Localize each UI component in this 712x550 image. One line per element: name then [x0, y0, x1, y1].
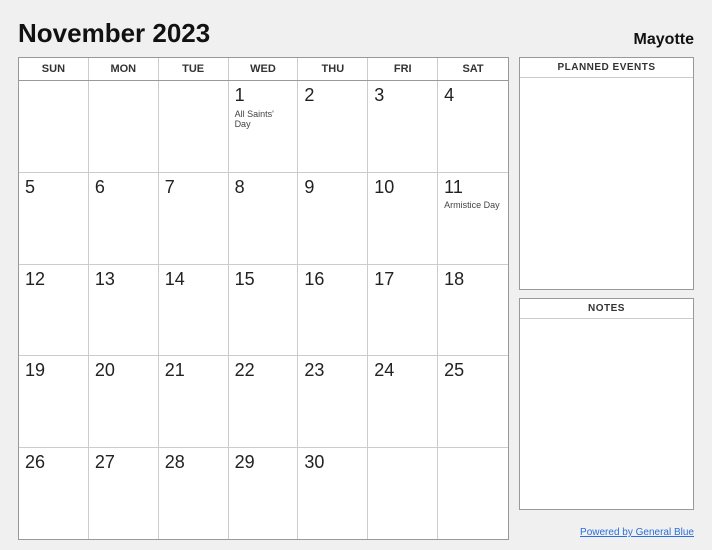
cell-4-5	[368, 448, 438, 539]
cell-0-1	[89, 81, 159, 172]
cell-1-1: 6	[89, 173, 159, 264]
cell-2-4: 16	[298, 265, 368, 356]
cell-0-3: 1All Saints' Day	[229, 81, 299, 172]
week-row-5: 26 27 28 29 30	[19, 448, 508, 539]
cell-day-number: 26	[25, 452, 45, 474]
cell-2-1: 13	[89, 265, 159, 356]
cell-2-6: 18	[438, 265, 508, 356]
sidebar: PLANNED EVENTS NOTES Powered by General …	[519, 57, 694, 540]
calendar-title: November 2023	[18, 18, 210, 49]
cell-2-0: 12	[19, 265, 89, 356]
cell-day-number: 4	[444, 85, 454, 107]
cell-day-number: 21	[165, 360, 185, 382]
cell-day-number: 25	[444, 360, 464, 382]
cell-1-5: 10	[368, 173, 438, 264]
cell-day-number: 19	[25, 360, 45, 382]
cell-3-5: 24	[368, 356, 438, 447]
week-row-3: 12 13 14 15 16 17 18	[19, 265, 508, 357]
cell-day-number: 17	[374, 269, 394, 291]
cell-3-4: 23	[298, 356, 368, 447]
cell-day-number: 12	[25, 269, 45, 291]
cell-day-number: 5	[25, 177, 35, 199]
cell-event-label: All Saints' Day	[235, 109, 292, 131]
cell-day-number: 9	[304, 177, 314, 199]
week-row-2: 5 6 7 8 9 10 11Armistice Day	[19, 173, 508, 265]
cell-1-0: 5	[19, 173, 89, 264]
cell-0-6: 4	[438, 81, 508, 172]
calendar-grid: 1All Saints' Day234567891011Armistice Da…	[19, 81, 508, 539]
cell-day-number: 6	[95, 177, 105, 199]
cell-1-2: 7	[159, 173, 229, 264]
main-area: SUN MON TUE WED THU FRI SAT 1All Saints'…	[18, 57, 694, 540]
notes-label: NOTES	[520, 299, 693, 319]
cell-day-number: 16	[304, 269, 324, 291]
cell-0-0	[19, 81, 89, 172]
cell-3-6: 25	[438, 356, 508, 447]
cell-3-2: 21	[159, 356, 229, 447]
day-header-sat: SAT	[438, 58, 508, 80]
page: November 2023 Mayotte SUN MON TUE WED TH…	[0, 0, 712, 550]
day-header-fri: FRI	[368, 58, 438, 80]
footer: Powered by General Blue	[519, 522, 694, 540]
cell-3-3: 22	[229, 356, 299, 447]
cell-1-4: 9	[298, 173, 368, 264]
cell-4-3: 29	[229, 448, 299, 539]
planned-events-content	[520, 78, 693, 289]
cell-day-number: 22	[235, 360, 255, 382]
cell-day-number: 1	[235, 85, 245, 107]
week-row-1: 1All Saints' Day234	[19, 81, 508, 173]
cell-1-6: 11Armistice Day	[438, 173, 508, 264]
week-row-4: 19 20 21 22 23 24 25	[19, 356, 508, 448]
calendar-section: SUN MON TUE WED THU FRI SAT 1All Saints'…	[18, 57, 509, 540]
cell-day-number: 7	[165, 177, 175, 199]
cell-4-2: 28	[159, 448, 229, 539]
cell-4-0: 26	[19, 448, 89, 539]
cell-2-5: 17	[368, 265, 438, 356]
planned-events-label: PLANNED EVENTS	[520, 58, 693, 78]
day-headers-row: SUN MON TUE WED THU FRI SAT	[19, 58, 508, 81]
cell-1-3: 8	[229, 173, 299, 264]
notes-content	[520, 319, 693, 509]
cell-day-number: 27	[95, 452, 115, 474]
calendar-region: Mayotte	[634, 31, 694, 49]
powered-by-link[interactable]: Powered by General Blue	[580, 527, 694, 538]
cell-4-6	[438, 448, 508, 539]
cell-4-4: 30	[298, 448, 368, 539]
planned-events-box: PLANNED EVENTS	[519, 57, 694, 290]
cell-day-number: 23	[304, 360, 324, 382]
cell-day-number: 29	[235, 452, 255, 474]
cell-day-number: 30	[304, 452, 324, 474]
cell-day-number: 13	[95, 269, 115, 291]
cell-day-number: 3	[374, 85, 384, 107]
cell-0-5: 3	[368, 81, 438, 172]
cell-day-number: 11	[444, 177, 463, 199]
cell-2-3: 15	[229, 265, 299, 356]
cell-0-2	[159, 81, 229, 172]
cell-day-number: 28	[165, 452, 185, 474]
cell-0-4: 2	[298, 81, 368, 172]
cell-2-2: 14	[159, 265, 229, 356]
cell-day-number: 15	[235, 269, 255, 291]
cell-3-0: 19	[19, 356, 89, 447]
day-header-mon: MON	[89, 58, 159, 80]
cell-3-1: 20	[89, 356, 159, 447]
cell-day-number: 2	[304, 85, 314, 107]
cell-day-number: 14	[165, 269, 185, 291]
cell-day-number: 18	[444, 269, 464, 291]
cell-day-number: 8	[235, 177, 245, 199]
day-header-tue: TUE	[159, 58, 229, 80]
notes-box: NOTES	[519, 298, 694, 510]
cell-day-number: 24	[374, 360, 394, 382]
cell-event-label: Armistice Day	[444, 200, 500, 211]
day-header-thu: THU	[298, 58, 368, 80]
day-header-sun: SUN	[19, 58, 89, 80]
cell-day-number: 10	[374, 177, 394, 199]
cell-day-number: 20	[95, 360, 115, 382]
cell-4-1: 27	[89, 448, 159, 539]
calendar-header: November 2023 Mayotte	[18, 18, 694, 49]
day-header-wed: WED	[229, 58, 299, 80]
